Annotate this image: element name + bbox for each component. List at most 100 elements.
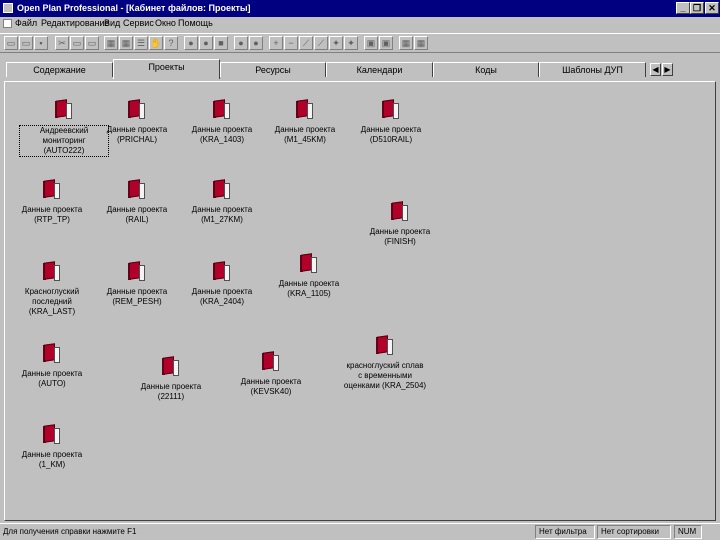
book-icon bbox=[296, 99, 313, 120]
menu-help[interactable]: Помощь bbox=[178, 18, 213, 28]
grid-icon[interactable]: ▦ bbox=[399, 36, 413, 50]
menu-file[interactable]: Файл bbox=[15, 18, 37, 28]
circle-icon-3[interactable]: ● bbox=[234, 36, 248, 50]
zoom-icon-2[interactable]: ▣ bbox=[379, 36, 393, 50]
book-icon bbox=[55, 99, 72, 120]
book-icon bbox=[213, 99, 230, 120]
properties-icon[interactable]: ☰ bbox=[134, 36, 148, 50]
tab-scroll-left-icon[interactable]: ◀ bbox=[650, 63, 661, 76]
project-item[interactable]: Данные проекта (AUTO) bbox=[10, 343, 94, 389]
add-icon[interactable]: + bbox=[269, 36, 283, 50]
project-label: Данные проекта (KRA_1403) bbox=[191, 125, 253, 144]
copy-icon[interactable]: ▭ bbox=[70, 36, 84, 50]
window-title: Open Plan Professional - [Кабинет файлов… bbox=[17, 3, 251, 13]
book-icon bbox=[213, 179, 230, 200]
project-label: Данные проекта (KEVSK40) bbox=[240, 377, 302, 396]
new-file-icon[interactable]: ▭ bbox=[4, 36, 18, 50]
project-item[interactable]: Данные проекта (RAIL) bbox=[95, 179, 179, 225]
status-help-text: Для получения справки нажмите F1 bbox=[3, 527, 137, 536]
project-label: Данные проекта (PRICHAL) bbox=[106, 125, 168, 144]
project-label: Данные проекта (22111) bbox=[140, 382, 202, 401]
project-label: Данные проекта (1_KM) bbox=[21, 450, 83, 469]
tab-strip: Содержание Проекты Ресурсы Календари Код… bbox=[0, 58, 720, 82]
grid-icon-2[interactable]: ▦ bbox=[414, 36, 428, 50]
remove-icon[interactable]: − bbox=[284, 36, 298, 50]
open-file-icon[interactable]: ▭ bbox=[19, 36, 33, 50]
tab-resources[interactable]: Ресурсы bbox=[220, 62, 326, 77]
zoom-icon[interactable]: ▣ bbox=[364, 36, 378, 50]
status-bar: Для получения справки нажмите F1 Нет фил… bbox=[0, 523, 720, 540]
book-icon bbox=[391, 201, 408, 222]
context-help-icon[interactable]: ? bbox=[164, 36, 178, 50]
project-item[interactable]: Данные проекта (M1_27KM) bbox=[180, 179, 264, 225]
tab-templates[interactable]: Шаблоны ДУП bbox=[539, 62, 646, 77]
tab-calendars[interactable]: Календари bbox=[326, 62, 433, 77]
project-label: Данные проекта (FINISH) bbox=[369, 227, 431, 246]
project-label: Данные проекта (AUTO) bbox=[21, 369, 83, 388]
hand-icon[interactable]: ✋ bbox=[149, 36, 163, 50]
status-sort: Нет сортировки bbox=[597, 525, 671, 539]
tab-contents[interactable]: Содержание bbox=[6, 62, 113, 77]
project-label: Красноглуский последний (KRA_LAST) bbox=[24, 287, 80, 316]
book-icon bbox=[382, 99, 399, 120]
project-item[interactable]: Данные проекта (KRA_2404) bbox=[180, 261, 264, 307]
save-icon[interactable]: ▪ bbox=[34, 36, 48, 50]
restore-button[interactable]: ❐ bbox=[690, 2, 704, 14]
project-label: Данные проекта (M1_45KM) bbox=[274, 125, 336, 144]
book-icon bbox=[262, 351, 279, 372]
toolbar: ▭ ▭ ▪ ✂ ▭ ▭ ▦ ▦ ☰ ✋ ? ● ● ■ ● ● + − ⟋ ⟋ … bbox=[0, 33, 720, 53]
layout-icon[interactable]: ▦ bbox=[119, 36, 133, 50]
arrow-icon[interactable]: ✦ bbox=[329, 36, 343, 50]
project-label: Данные проекта (KRA_1105) bbox=[278, 279, 340, 298]
book-icon bbox=[376, 335, 393, 356]
unlink-icon[interactable]: ⟋ bbox=[314, 36, 328, 50]
title-bar: Open Plan Professional - [Кабинет файлов… bbox=[0, 0, 720, 17]
app-icon[interactable] bbox=[3, 3, 13, 13]
project-item[interactable]: Данные проекта (KRA_1105) bbox=[267, 253, 351, 299]
project-item[interactable]: Данные проекта (D510RAIL) bbox=[349, 99, 433, 145]
view-icon[interactable]: ▦ bbox=[104, 36, 118, 50]
project-item[interactable]: красноглуский сплав с временными оценкам… bbox=[335, 335, 435, 391]
project-label: Данные проекта (D510RAIL) bbox=[360, 125, 422, 144]
square-icon[interactable]: ■ bbox=[214, 36, 228, 50]
book-icon bbox=[162, 356, 179, 377]
project-item[interactable]: Данные проекта (REM_PESH) bbox=[95, 261, 179, 307]
project-item[interactable]: Данные проекта (1_KM) bbox=[10, 424, 94, 470]
circle-icon[interactable]: ● bbox=[184, 36, 198, 50]
document-icon[interactable] bbox=[3, 19, 12, 28]
minimize-button[interactable]: _ bbox=[676, 2, 690, 14]
project-label: красноглуский сплав с временными оценкам… bbox=[343, 361, 427, 390]
menu-view[interactable]: Вид bbox=[104, 18, 120, 28]
menu-edit[interactable]: Редактирование bbox=[41, 18, 110, 28]
link-icon[interactable]: ⟋ bbox=[299, 36, 313, 50]
book-icon bbox=[43, 179, 60, 200]
tab-scroll-right-icon[interactable]: ▶ bbox=[662, 63, 673, 76]
arrow-icon-2[interactable]: ✦ bbox=[344, 36, 358, 50]
book-icon bbox=[300, 253, 317, 274]
cut-icon[interactable]: ✂ bbox=[55, 36, 69, 50]
tab-projects[interactable]: Проекты bbox=[113, 59, 220, 79]
project-item[interactable]: Данные проекта (22111) bbox=[129, 356, 213, 402]
book-icon bbox=[43, 343, 60, 364]
project-item[interactable]: Данные проекта (PRICHAL) bbox=[95, 99, 179, 145]
book-icon bbox=[43, 261, 60, 282]
circle-icon-4[interactable]: ● bbox=[249, 36, 263, 50]
close-button[interactable]: ✕ bbox=[705, 2, 719, 14]
menu-window[interactable]: Окно bbox=[155, 18, 176, 28]
book-icon bbox=[213, 261, 230, 282]
project-item[interactable]: Данные проекта (RTP_TP) bbox=[10, 179, 94, 225]
project-item[interactable]: Данные проекта (KEVSK40) bbox=[229, 351, 313, 397]
circle-icon-2[interactable]: ● bbox=[199, 36, 213, 50]
menu-tools[interactable]: Сервис bbox=[123, 18, 154, 28]
tab-codes[interactable]: Коды bbox=[433, 62, 539, 77]
projects-panel: Андреевский мониторинг (AUTO222) Данные … bbox=[4, 81, 716, 521]
menu-bar: Файл Редактирование Вид Сервис Окно Помо… bbox=[0, 17, 720, 31]
project-label: Данные проекта (KRA_2404) bbox=[191, 287, 253, 306]
paste-icon[interactable]: ▭ bbox=[85, 36, 99, 50]
project-item[interactable]: Данные проекта (KRA_1403) bbox=[180, 99, 264, 145]
project-item[interactable]: Красноглуский последний (KRA_LAST) bbox=[10, 261, 94, 317]
status-filter: Нет фильтра bbox=[535, 525, 595, 539]
project-item[interactable]: Данные проекта (M1_45KM) bbox=[263, 99, 347, 145]
project-item[interactable]: Данные проекта (FINISH) bbox=[358, 201, 442, 247]
status-num: NUM bbox=[674, 525, 702, 539]
